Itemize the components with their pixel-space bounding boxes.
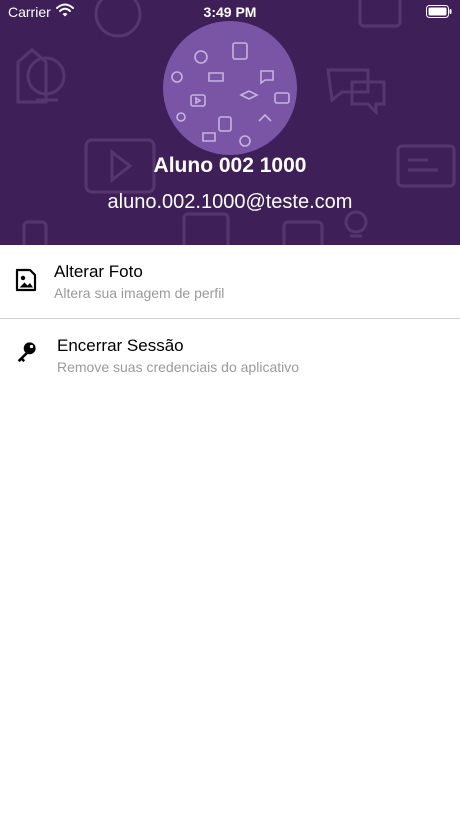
profile-screen: Carrier 3:49 PM Aluno 002 1000 aluno.002… <box>0 0 460 818</box>
image-icon <box>15 268 37 292</box>
change-photo-subtitle: Altera sua imagem de perfil <box>54 285 225 301</box>
user-email: aluno.002.1000@teste.com <box>107 191 353 213</box>
change-photo-option[interactable]: Alterar Foto Altera sua imagem de perfil <box>0 246 460 318</box>
logout-subtitle: Remove suas credenciais do aplicativo <box>57 359 300 375</box>
status-time: 3:49 PM <box>203 4 257 20</box>
avatar-placeholder-icon <box>171 42 290 147</box>
change-photo-title: Alterar Foto <box>54 262 143 281</box>
profile-header: Carrier 3:49 PM Aluno 002 1000 aluno.002… <box>0 0 460 245</box>
logout-option[interactable]: Encerrar Sessão Remove suas credenciais … <box>0 320 460 392</box>
user-name: Aluno 002 1000 <box>153 154 307 177</box>
logout-title: Encerrar Sessão <box>57 336 184 355</box>
battery-icon <box>426 5 452 18</box>
key-icon <box>17 342 36 363</box>
menu-divider <box>0 318 460 319</box>
profile-avatar[interactable] <box>163 21 297 155</box>
